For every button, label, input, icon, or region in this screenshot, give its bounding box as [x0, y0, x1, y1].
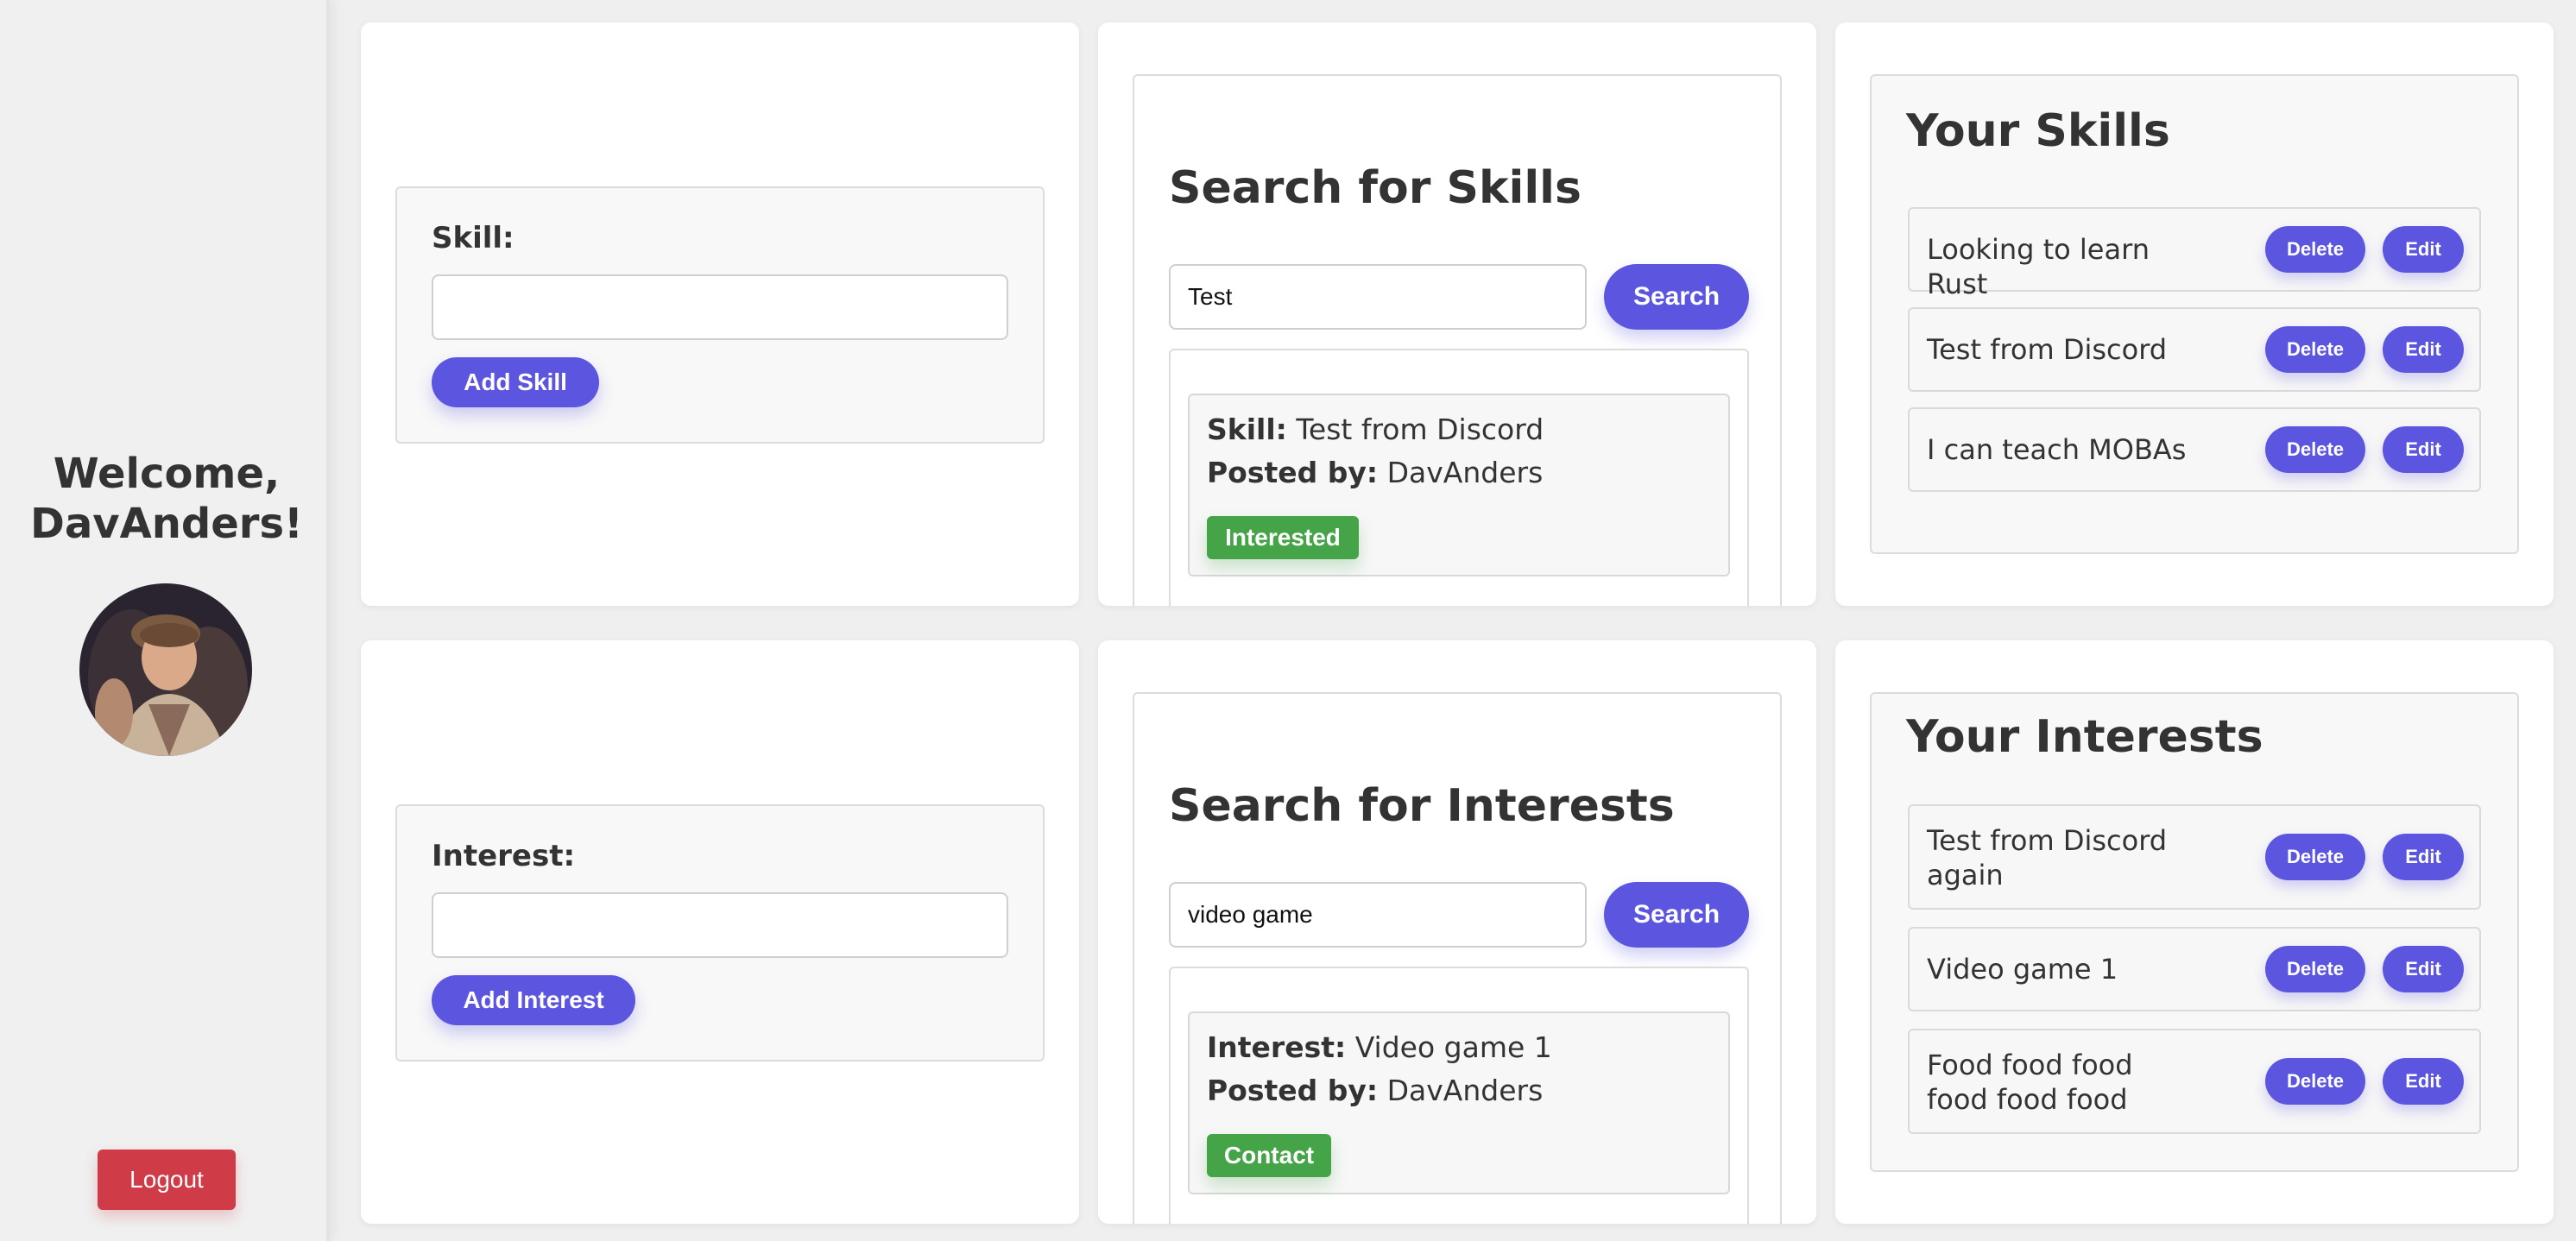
search-skills-box: Search for Skills Test Search Skill: Tes…	[1133, 74, 1782, 606]
interest-item-text: Food food food food food food	[1927, 1049, 2133, 1116]
your-skills-panel: Your Skills Looking to learn Rust Delete…	[1835, 22, 2554, 606]
welcome-heading: Welcome, DavAnders!	[30, 450, 303, 548]
delete-interest-button[interactable]: Delete	[2265, 834, 2365, 880]
logout-button[interactable]: Logout	[98, 1150, 236, 1210]
delete-skill-button[interactable]: Delete	[2265, 426, 2365, 473]
delete-skill-button[interactable]: Delete	[2265, 226, 2365, 273]
interest-result-posted-by-label: Posted by:	[1207, 1074, 1379, 1107]
delete-interest-button[interactable]: Delete	[2265, 946, 2365, 992]
search-interests-box: Search for Interests video game Search I…	[1133, 692, 1782, 1224]
interest-result-interest: Interest: Video game 1	[1207, 1030, 1552, 1064]
search-skills-title: Search for Skills	[1169, 162, 1582, 214]
skill-result-posted-by-value: DavAnders	[1386, 456, 1544, 489]
search-skills-button[interactable]: Search	[1604, 264, 1749, 330]
edit-skill-button[interactable]: Edit	[2383, 326, 2464, 373]
skill-result-posted-by-label: Posted by:	[1207, 456, 1379, 489]
edit-interest-button[interactable]: Edit	[2383, 946, 2464, 992]
your-skills-title: Your Skills	[1906, 105, 2170, 157]
search-interests-panel: Search for Interests video game Search I…	[1098, 640, 1816, 1224]
edit-interest-button[interactable]: Edit	[2383, 1058, 2464, 1105]
add-skill-button[interactable]: Add Skill	[432, 357, 599, 407]
edit-skill-button[interactable]: Edit	[2383, 226, 2464, 273]
interest-result-card: Interest: Video game 1 Posted by: DavAnd…	[1188, 1011, 1730, 1194]
skill-item-text: I can teach MOBAs	[1927, 433, 2187, 466]
your-interests-box: Your Interests Test from Discord again D…	[1870, 692, 2519, 1172]
skill-label: Skill:	[432, 221, 515, 255]
add-interest-button[interactable]: Add Interest	[432, 975, 635, 1025]
search-interests-button[interactable]: Search	[1604, 882, 1749, 948]
skill-result-card: Skill: Test from Discord Posted by: DavA…	[1188, 394, 1730, 576]
skill-results-list: Skill: Test from Discord Posted by: DavA…	[1169, 349, 1749, 606]
skill-item: Looking to learn Rust Delete Edit	[1908, 207, 2481, 300]
skill-item-text: Test from Discord	[1927, 333, 2168, 366]
add-skill-panel: Skill: Add Skill	[361, 22, 1079, 606]
interest-result-interest-label: Interest:	[1207, 1030, 1347, 1064]
interested-button[interactable]: Interested	[1207, 516, 1359, 559]
skill-item: I can teach MOBAs Delete Edit	[1908, 407, 2481, 492]
your-skills-box: Your Skills Looking to learn Rust Delete…	[1870, 74, 2519, 554]
delete-skill-button[interactable]: Delete	[2265, 326, 2365, 373]
interest-result-interest-value: Video game 1	[1354, 1030, 1552, 1064]
skill-result-skill: Skill: Test from Discord	[1207, 413, 1544, 446]
search-skills-panel: Search for Skills Test Search Skill: Tes…	[1098, 22, 1816, 606]
skill-item: Test from Discord Delete Edit	[1908, 307, 2481, 392]
search-interests-input[interactable]: video game	[1169, 882, 1587, 948]
skill-result-skill-label: Skill:	[1207, 413, 1287, 446]
search-interests-title: Search for Interests	[1169, 780, 1675, 832]
interest-item: Test from Discord again Delete Edit	[1908, 804, 2481, 910]
interest-item: Video game 1 Delete Edit	[1908, 927, 2481, 1011]
your-interests-panel: Your Interests Test from Discord again D…	[1835, 640, 2554, 1224]
your-interests-title: Your Interests	[1906, 711, 2263, 763]
interest-input[interactable]	[432, 892, 1008, 958]
delete-interest-button[interactable]: Delete	[2265, 1058, 2365, 1105]
interest-label: Interest:	[432, 839, 576, 873]
contact-button[interactable]: Contact	[1207, 1134, 1331, 1177]
add-interest-form: Interest: Add Interest	[395, 804, 1045, 1061]
skill-input[interactable]	[432, 274, 1008, 340]
skill-result-skill-value: Test from Discord	[1296, 413, 1544, 446]
interest-item: Food food food food food food Delete Edi…	[1908, 1029, 2481, 1134]
edit-interest-button[interactable]: Edit	[2383, 834, 2464, 880]
interest-result-posted-by: Posted by: DavAnders	[1207, 1074, 1543, 1107]
interest-item-text: Test from Discord again	[1927, 824, 2168, 891]
add-interest-panel: Interest: Add Interest	[361, 640, 1079, 1224]
skill-result-posted-by: Posted by: DavAnders	[1207, 456, 1543, 489]
interest-results-list: Interest: Video game 1 Posted by: DavAnd…	[1169, 967, 1749, 1224]
interest-item-text: Video game 1	[1927, 953, 2118, 986]
edit-skill-button[interactable]: Edit	[2383, 426, 2464, 473]
interest-result-posted-by-value: DavAnders	[1386, 1074, 1544, 1107]
avatar	[79, 583, 252, 756]
skill-item-text: Looking to learn Rust	[1927, 233, 2150, 300]
add-skill-form: Skill: Add Skill	[395, 186, 1045, 444]
search-skills-input[interactable]: Test	[1169, 264, 1587, 330]
